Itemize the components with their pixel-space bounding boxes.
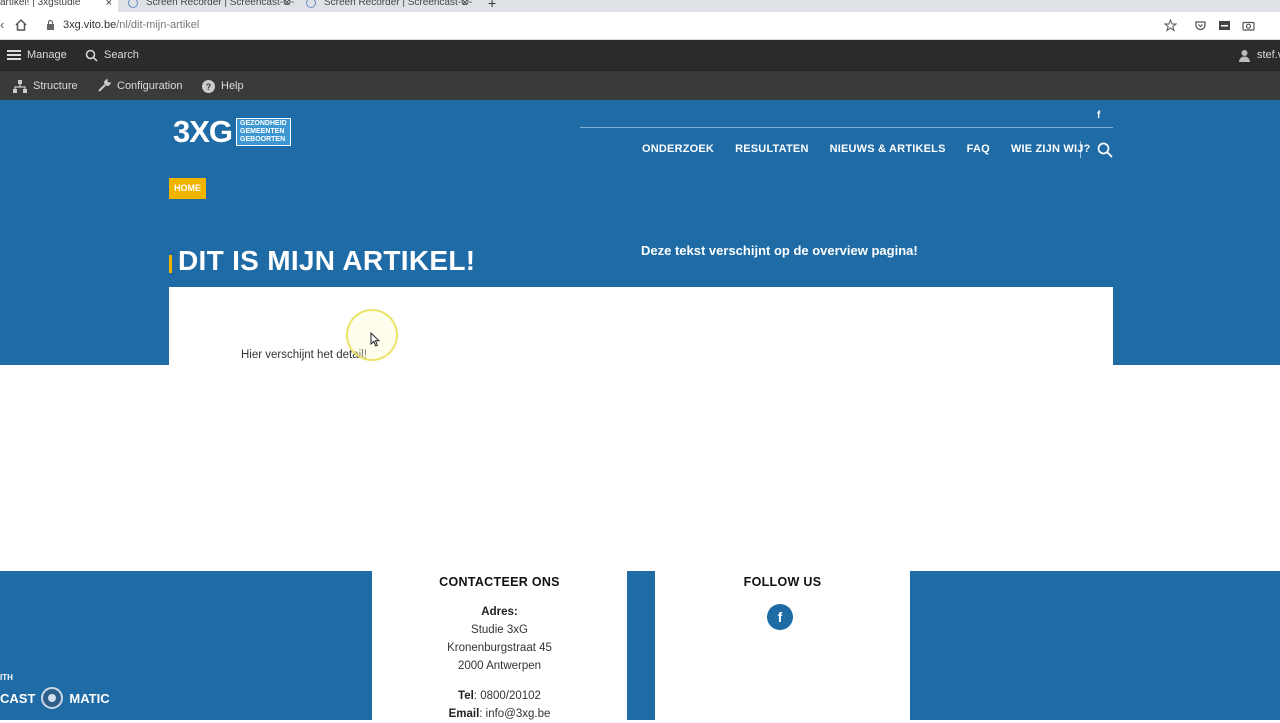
svg-text:?: ? (206, 82, 212, 92)
manage-menu[interactable]: Manage (7, 40, 67, 70)
address-bar: ‹ 3xg.vito.be/nl/dit-mijn-artikel (0, 12, 1280, 40)
hamburger-icon (7, 50, 21, 60)
address-line: Studie 3xG (471, 624, 528, 636)
logo-tagline: GEZONDHEID GEMEENTEN GEBOORTEN (236, 118, 291, 146)
extension-icon[interactable] (1218, 19, 1231, 32)
browser-tab[interactable]: Screen Recorder | Screencast-O- × (122, 0, 298, 12)
tab-title: Screen Recorder | Screencast-O- (146, 0, 295, 8)
tel-label: Tel (458, 690, 474, 702)
tab-title: artikel! | 3xgstudie (0, 0, 81, 8)
nav-nieuws-artikels[interactable]: NIEUWS & ARTIKELS (830, 143, 946, 155)
article-intro: Deze tekst verschijnt op de overview pag… (641, 243, 918, 258)
nav-separator (1080, 141, 1081, 158)
article-detail: Hier verschijnt het detail! (241, 349, 367, 361)
structure-icon (13, 79, 27, 93)
facebook-icon[interactable]: f (1097, 110, 1100, 121)
back-icon[interactable]: ‹ (0, 17, 4, 32)
address-label: Adres (481, 606, 514, 618)
mouse-pointer-icon (370, 332, 380, 347)
user-menu[interactable]: stef.v (1238, 40, 1280, 70)
url-host: 3xg.vito.be (63, 19, 117, 31)
page-title: DIT IS MIJN ARTIKEL! (178, 245, 476, 276)
help-icon: ? (202, 79, 215, 93)
help-menu[interactable]: ? Help (202, 71, 244, 101)
email-label: Email (448, 708, 480, 720)
facebook-icon[interactable]: f (767, 604, 793, 630)
search-menu[interactable]: Search (85, 40, 139, 70)
help-label: Help (221, 80, 244, 92)
search-icon (85, 49, 98, 62)
logo-line: GEZONDHEID (240, 120, 287, 127)
nav-resultaten[interactable]: RESULTATEN (735, 143, 809, 155)
watermark-left: CAST (0, 690, 36, 706)
nav-wie-zijn-wij[interactable]: WIE ZIJN WIJ? (1011, 143, 1091, 155)
search-label: Search (104, 49, 139, 61)
address-line: 2000 Antwerpen (457, 660, 542, 672)
configuration-menu[interactable]: Configuration (97, 71, 182, 101)
browser-tab-active[interactable]: artikel! | 3xgstudie × (0, 0, 118, 12)
lock-icon (47, 20, 54, 30)
configuration-label: Configuration (117, 80, 183, 92)
main-navigation: ONDERZOEK RESULTATEN NIEUWS & ARTIKELS F… (642, 143, 1090, 155)
user-label: stef.v (1257, 49, 1280, 61)
admin-toolbar: Manage Search stef.v (0, 40, 1280, 70)
structure-label: Structure (33, 80, 78, 92)
record-icon (41, 687, 64, 709)
url-field[interactable]: 3xg.vito.be/nl/dit-mijn-artikel (63, 19, 199, 31)
tab-close-icon[interactable]: × (284, 0, 290, 12)
contact-title: CONTACTEER ONS (439, 575, 560, 589)
manage-label: Manage (27, 49, 67, 61)
home-icon[interactable] (14, 18, 28, 32)
camera-icon[interactable] (1242, 19, 1255, 32)
user-icon (1239, 49, 1250, 62)
url-path: /nl/dit-mijn-artikel (116, 19, 200, 31)
nav-onderzoek[interactable]: ONDERZOEK (642, 143, 714, 155)
watermark-small-text: ITH (0, 673, 13, 682)
email-value[interactable]: info@3xg.be (486, 708, 551, 720)
follow-title: FOLLOW US (743, 575, 822, 589)
tel-value[interactable]: 0800/20102 (480, 690, 541, 702)
browser-tab[interactable]: Screen Recorder | Screencast-O- × (300, 0, 476, 12)
wrench-icon (98, 79, 111, 92)
logo-line: GEMEENTEN (240, 128, 285, 135)
logo-line: GEBOORTEN (240, 136, 286, 143)
new-tab-button[interactable]: + (488, 0, 496, 11)
site-logo[interactable]: 3XG GEZONDHEID GEMEENTEN GEBOORTEN (173, 114, 291, 150)
globe-icon (128, 0, 138, 8)
header-divider (580, 127, 1113, 128)
watermark-right: MATIC (69, 690, 110, 706)
breadcrumb-home[interactable]: HOME (169, 178, 206, 199)
address-line: Kronenburgstraat 45 (447, 642, 552, 654)
star-icon[interactable] (1164, 19, 1177, 32)
tab-title: Screen Recorder | Screencast-O- (324, 0, 473, 8)
nav-faq[interactable]: FAQ (967, 143, 990, 155)
search-icon[interactable] (1097, 142, 1113, 158)
follow-card: FOLLOW US f (655, 571, 910, 720)
logo-text: 3XG (173, 114, 233, 149)
admin-toolbar-tray: Structure Configuration ? Help (0, 70, 1280, 100)
title-accent (169, 255, 172, 273)
site-footer: CONTACTEER ONS Adres: Studie 3xG Kronenb… (0, 571, 1280, 720)
contact-card: CONTACTEER ONS Adres: Studie 3xG Kronenb… (372, 571, 627, 720)
globe-icon (306, 0, 316, 8)
browser-tabstrip: artikel! | 3xgstudie × Screen Recorder |… (0, 0, 1280, 12)
tab-close-icon[interactable]: × (462, 0, 468, 12)
tab-close-icon[interactable]: × (106, 0, 112, 12)
pocket-icon[interactable] (1194, 19, 1207, 32)
structure-menu[interactable]: Structure (13, 71, 78, 101)
